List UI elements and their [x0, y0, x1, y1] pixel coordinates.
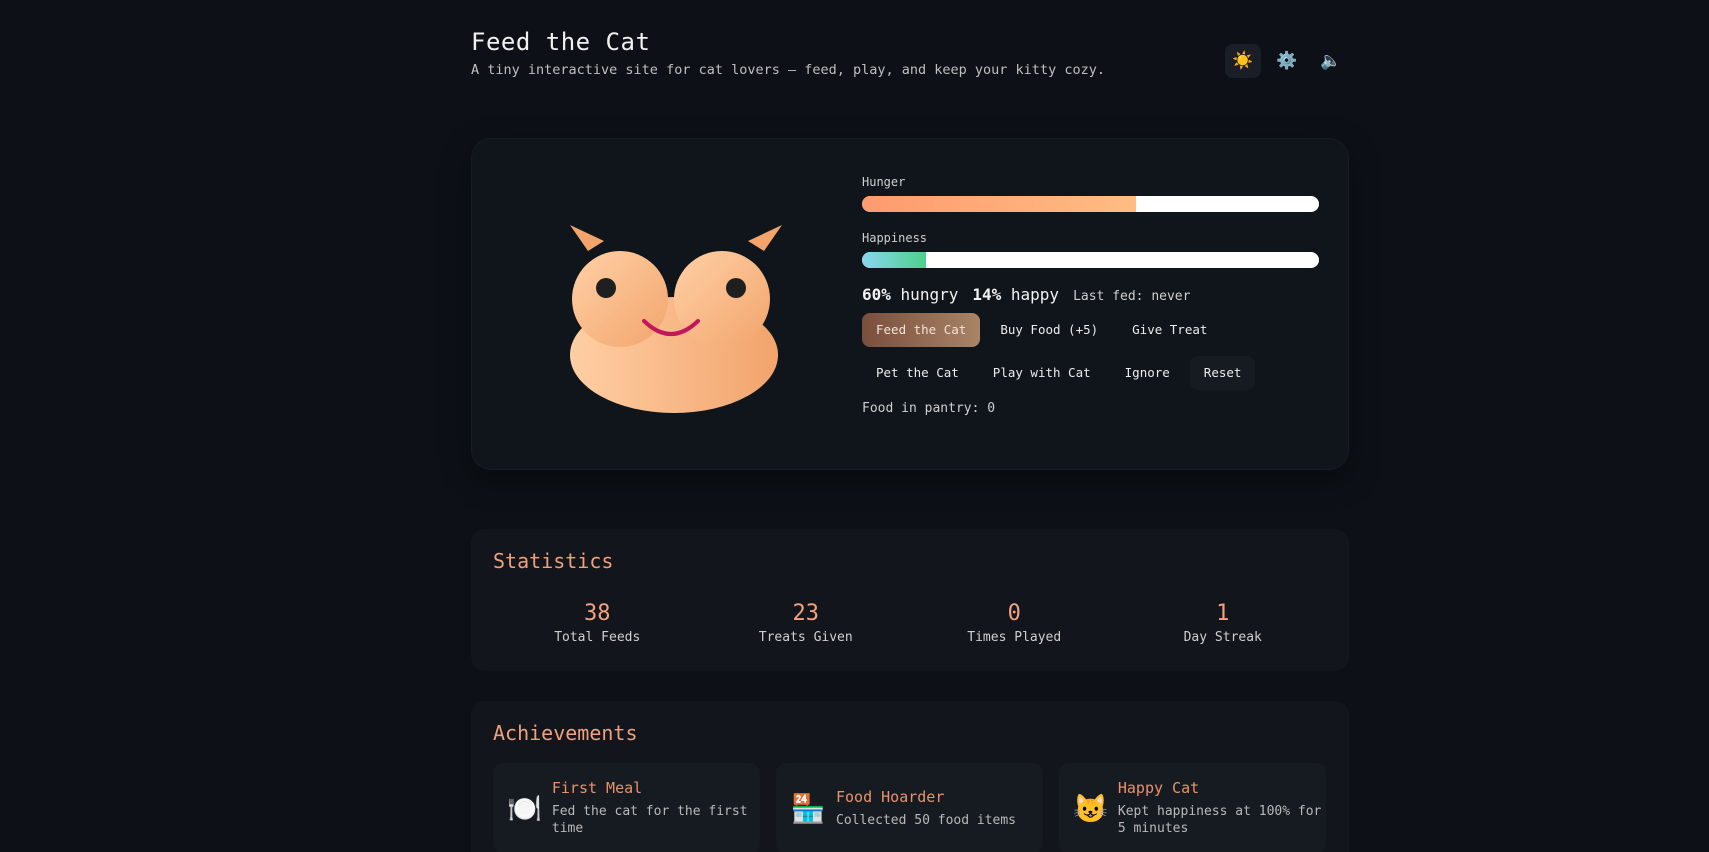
- stat-treats-given: 23 Treats Given: [702, 601, 911, 645]
- achievements-title: Achievements: [493, 721, 638, 745]
- cat-face-icon: 😺: [1073, 791, 1108, 825]
- cat-illustration[interactable]: [568, 225, 784, 415]
- cat-left-eye: [596, 278, 616, 298]
- stat-value: 0: [1007, 601, 1021, 626]
- theme-toggle-button[interactable]: ☀️: [1225, 44, 1261, 78]
- achievement-title: First Meal: [551, 779, 643, 797]
- cat-right-cheek: [674, 251, 770, 347]
- happiness-bar: [862, 252, 1319, 268]
- happiness-label: Happiness: [862, 231, 928, 245]
- stat-label: Total Feeds: [554, 630, 641, 645]
- stat-label: Treats Given: [758, 630, 853, 645]
- stat-label: Day Streak: [1183, 630, 1262, 645]
- plate-icon: 🍽️: [507, 791, 542, 825]
- stat-value: 38: [584, 601, 611, 626]
- sun-icon: ☀️: [1232, 51, 1254, 71]
- pantry-count: Food in pantry: 0: [862, 401, 996, 416]
- hunger-word: hungry: [900, 285, 959, 304]
- stat-value: 23: [792, 601, 820, 626]
- happiness-status: 14% happy: [972, 285, 1059, 304]
- statistics-grid: 38 Total Feeds 23 Treats Given 0 Times P…: [493, 601, 1327, 645]
- status-panel: Hunger Happiness 60% hungry 14% happy La…: [862, 175, 1322, 416]
- hunger-label: Hunger: [862, 175, 906, 189]
- play-button[interactable]: Play with Cat: [979, 356, 1105, 390]
- ignore-button[interactable]: Ignore: [1111, 356, 1184, 390]
- cat-card: Hunger Happiness 60% hungry 14% happy La…: [471, 138, 1349, 470]
- achievement-desc: Kept happiness at 100% for 5 minutes: [1117, 804, 1322, 836]
- achievement-first-meal: 🍽️ First Meal Fed the cat for the first …: [493, 763, 760, 852]
- status-line: 60% hungry 14% happy Last fed: never: [862, 285, 1322, 304]
- hunger-status: 60% hungry: [862, 285, 958, 304]
- sound-toggle-button[interactable]: 🔈: [1313, 44, 1349, 78]
- statistics-title: Statistics: [493, 549, 614, 573]
- store-icon: 🏪: [790, 791, 826, 825]
- last-fed-text: Last fed: never: [1073, 289, 1191, 304]
- action-row-1: Feed the Cat Buy Food (+5) Give Treat: [862, 313, 1322, 347]
- action-row-2: Pet the Cat Play with Cat Ignore Reset: [862, 356, 1322, 390]
- stat-value: 1: [1216, 601, 1230, 626]
- cat-left-cheek: [572, 251, 668, 347]
- stat-day-streak: 1 Day Streak: [1119, 601, 1328, 645]
- settings-button[interactable]: ⚙️: [1269, 44, 1305, 78]
- achievement-food-hoarder: 🏪 Food Hoarder Collected 50 food items: [776, 763, 1043, 852]
- achievement-title: Happy Cat: [1117, 779, 1200, 797]
- reset-button[interactable]: Reset: [1189, 356, 1256, 390]
- cat-left-ear: [570, 225, 604, 251]
- speaker-icon: 🔈: [1320, 51, 1342, 71]
- stat-label: Times Played: [967, 630, 1062, 645]
- hunger-bar-fill: [862, 196, 1137, 212]
- cat-face-icon: [570, 225, 782, 413]
- header-actions: ☀️ ⚙️ 🔈: [1225, 44, 1349, 78]
- happiness-bar-fill: [862, 252, 926, 268]
- statistics-section: Statistics 38 Total Feeds 23 Treats Give…: [471, 529, 1349, 671]
- cat-right-eye: [726, 278, 746, 298]
- achievements-grid: 🍽️ First Meal Fed the cat for the first …: [493, 763, 1326, 852]
- gear-icon: ⚙️: [1276, 51, 1298, 71]
- achievement-desc: Fed the cat for the first time: [551, 804, 748, 836]
- happiness-word: happy: [1010, 285, 1060, 304]
- achievement-title: Food Hoarder: [836, 787, 945, 806]
- hunger-bar: [862, 196, 1319, 212]
- achievements-section: Achievements 🍽️ First Meal Fed the cat f…: [471, 701, 1349, 852]
- feed-button[interactable]: Feed the Cat: [862, 313, 981, 347]
- page-subtitle: A tiny interactive site for cat lovers —…: [471, 62, 1105, 78]
- stat-times-played: 0 Times Played: [910, 601, 1119, 645]
- hunger-percent: 60%: [862, 285, 891, 304]
- buy-food-button[interactable]: Buy Food (+5): [986, 313, 1112, 347]
- stat-total-feeds: 38 Total Feeds: [493, 601, 702, 645]
- page: Feed the Cat A tiny interactive site for…: [0, 0, 1709, 852]
- happiness-percent: 14%: [972, 285, 1002, 304]
- cat-right-ear: [748, 225, 782, 251]
- site-header: Feed the Cat A tiny interactive site for…: [471, 28, 1349, 88]
- page-title: Feed the Cat: [471, 28, 651, 56]
- pet-button[interactable]: Pet the Cat: [862, 356, 973, 390]
- achievement-happy-cat: 😺 Happy Cat Kept happiness at 100% for 5…: [1059, 763, 1326, 852]
- achievement-desc: Collected 50 food items: [836, 812, 1017, 828]
- give-treat-button[interactable]: Give Treat: [1118, 313, 1221, 347]
